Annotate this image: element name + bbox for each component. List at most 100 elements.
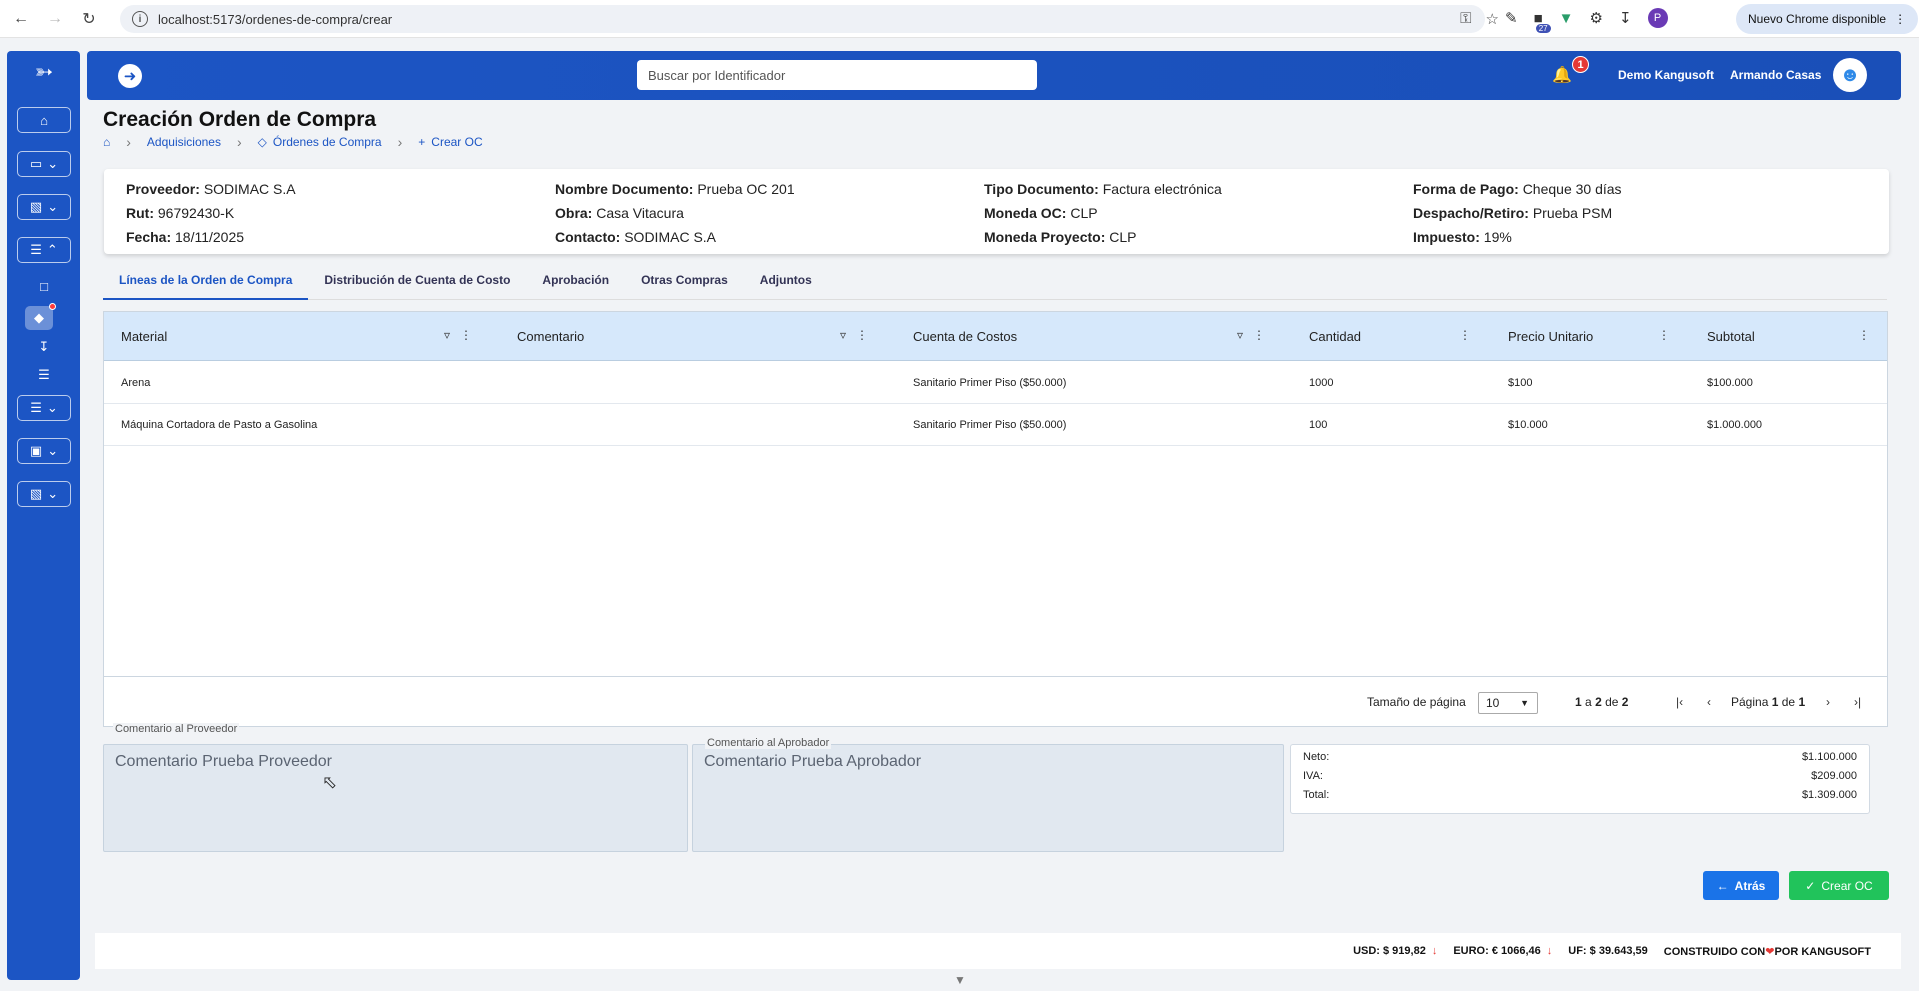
tab-distribucion[interactable]: Distribución de Cuenta de Costo [308,262,526,300]
puzzle-icon[interactable]: ⚙ [1590,9,1603,27]
column-header-cantidad[interactable]: Cantidad [1309,312,1361,361]
column-header-subtotal[interactable]: Subtotal [1707,312,1755,361]
column-menu-icon[interactable]: ⋮ [856,328,868,342]
breadcrumb-crear[interactable]: Crear OC [431,135,482,149]
tab-aprobacion[interactable]: Aprobación [526,262,625,300]
built-with: CONSTRUIDO CON❤POR KANGUSOFT [1664,945,1871,958]
reload-icon[interactable]: ↻ [76,6,102,32]
column-menu-icon[interactable]: ⋮ [1459,328,1471,342]
back-arrow-icon[interactable]: ← [8,6,34,32]
back-button[interactable]: ← Atrás [1703,871,1779,900]
sidebar-menu-folder-2[interactable]: ▧ ⌄ [17,481,71,507]
user-name[interactable]: Armando Casas [1730,68,1821,82]
tab-adjuntos[interactable]: Adjuntos [744,262,828,300]
comment-aprobador-field[interactable]: Comentario Prueba Aprobador [692,744,1284,852]
forward-arrow-icon[interactable]: → [42,6,68,32]
search-input[interactable] [637,60,1037,90]
table-row[interactable]: Arena Sanitario Primer Piso ($50.000) 10… [104,362,1887,404]
page-num: 1 [1771,695,1779,709]
site-info-icon[interactable]: i [132,11,148,27]
logo-icon[interactable]: ➳ [27,59,61,89]
column-menu-icon[interactable]: ⋮ [1858,328,1870,342]
info-column-3: Tipo Documento: Factura electrónica Mone… [984,177,1222,249]
sidebar-menu-money[interactable]: ▣ ⌄ [17,438,71,464]
extension-icon[interactable]: ■ 27 [1534,10,1551,33]
column-header-material[interactable]: Material [121,312,167,361]
notification-badge: 1 [1572,56,1589,73]
tab-otras-compras[interactable]: Otras Compras [625,262,744,300]
rut-value: 96792430-K [157,205,235,221]
page-size-label: Tamaño de página [1367,695,1466,709]
range-a: a [1585,695,1592,709]
profile-avatar[interactable]: P [1647,8,1668,28]
list-icon[interactable]: ☰ [35,367,53,385]
page-size-select[interactable]: 10 ▼ [1478,692,1538,714]
document-icon[interactable]: □ [35,279,53,297]
download-icon[interactable]: ↧ [35,339,53,357]
column-header-comentario[interactable]: Comentario [517,312,584,361]
cell-subtotal[interactable]: $1.000.000 [1707,404,1762,446]
cell-cuenta[interactable]: Sanitario Primer Piso ($50.000) [913,404,1066,446]
home-icon[interactable]: ⌂ [103,135,110,149]
monitor-icon: ▭ [29,156,43,171]
sidebar-menu-folder[interactable]: ▧ ⌄ [17,194,71,220]
last-page-icon[interactable]: ›| [1854,677,1861,727]
table-row[interactable]: Máquina Cortadora de Pasto a Gasolina Sa… [104,404,1887,446]
chevron-down-icon: ⌄ [47,156,59,171]
cell-material[interactable]: Arena [121,362,150,404]
impuesto-value: 19% [1483,229,1512,245]
tab-bar: Líneas de la Orden de Compra Distribució… [103,262,1887,300]
browser-toolbar: ← → ↻ i localhost:5173/ordenes-de-compra… [0,0,1919,38]
proveedor-value: SODIMAC S.A [203,181,296,197]
caret-down-icon: ▼ [1520,698,1529,708]
sidebar-menu-adquisiciones[interactable]: ☰ ⌃ [17,237,71,263]
home-button[interactable]: ⌂ [17,107,71,133]
prev-page-icon[interactable]: ‹ [1707,677,1711,727]
cell-cantidad[interactable]: 1000 [1309,362,1333,404]
create-oc-button[interactable]: ✓ Crear OC [1789,871,1889,900]
cell-subtotal[interactable]: $100.000 [1707,362,1753,404]
next-page-icon[interactable]: › [1826,677,1830,727]
tab-lineas[interactable]: Líneas de la Orden de Compra [103,262,309,300]
key-icon[interactable]: ⚿ [1460,10,1471,28]
cell-precio[interactable]: $100 [1508,362,1532,404]
scroll-down-icon[interactable]: ▼ [954,973,966,987]
tag-icon[interactable]: ◆ [25,303,56,330]
sidebar-menu-tree[interactable]: ☰ ⌄ [17,395,71,421]
user-avatar-icon[interactable]: ☻ [1833,58,1867,92]
filter-icon[interactable]: ▿ [840,328,846,342]
company-name[interactable]: Demo Kangusoft [1618,68,1714,82]
column-menu-icon[interactable]: ⋮ [460,328,472,342]
folder-icon: ▧ [29,486,43,501]
back-button-label: Atrás [1734,878,1766,893]
star-icon[interactable]: ☆ [1486,10,1499,28]
breadcrumb-adquisiciones[interactable]: Adquisiciones [147,135,221,149]
comment-proveedor-field[interactable]: Comentario Prueba Proveedor [103,744,688,852]
cell-cuenta[interactable]: Sanitario Primer Piso ($50.000) [913,362,1066,404]
breadcrumb-ordenes[interactable]: Órdenes de Compra [273,135,382,149]
column-menu-icon[interactable]: ⋮ [1253,328,1265,342]
filter-icon[interactable]: ▿ [1237,328,1243,342]
comment-aprobador-label: Comentario al Aprobador [705,737,832,749]
cell-precio[interactable]: $10.000 [1508,404,1548,446]
sidebar-menu-monitor[interactable]: ▭ ⌄ [17,151,71,177]
folder-icon: ▧ [29,199,43,214]
mouse-cursor-icon: ⬁ [322,772,338,792]
first-page-icon[interactable]: |‹ [1676,677,1683,727]
vue-icon[interactable]: ▼ [1559,10,1574,27]
column-menu-icon[interactable]: ⋮ [1658,328,1670,342]
cell-cantidad[interactable]: 100 [1309,404,1327,446]
download-icon[interactable]: ↧ [1619,9,1632,27]
bell-icon[interactable]: 🔔 [1552,65,1572,85]
home-icon: ⌂ [40,112,48,128]
address-bar[interactable]: i localhost:5173/ordenes-de-compra/crear [120,5,1485,33]
order-info-card: Proveedor: SODIMAC S.A Rut: 96792430-K F… [104,169,1889,254]
chrome-update-button[interactable]: Nuevo Chrome disponible ⋮ [1736,4,1919,34]
column-header-cuenta[interactable]: Cuenta de Costos [913,312,1017,361]
filter-icon[interactable]: ▿ [444,328,450,342]
arrow-right-circle-icon[interactable]: ➜ [118,64,142,88]
table-header: Material ▿ ⋮ Comentario ▿ ⋮ Cuenta de Cost… [104,312,1887,361]
cell-material[interactable]: Máquina Cortadora de Pasto a Gasolina [121,404,317,446]
eyedropper-icon[interactable]: ✎ [1505,9,1518,27]
column-header-precio[interactable]: Precio Unitario [1508,312,1593,361]
